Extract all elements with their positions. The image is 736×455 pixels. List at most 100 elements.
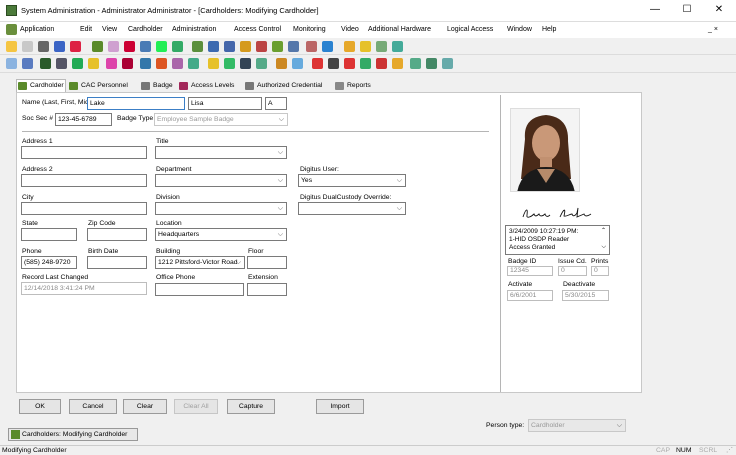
- split-icon[interactable]: [410, 58, 421, 69]
- capture-button[interactable]: Capture: [227, 399, 275, 414]
- menu-administration[interactable]: Administration: [172, 26, 216, 33]
- warning-icon[interactable]: [312, 58, 323, 69]
- door-icon[interactable]: [322, 41, 333, 52]
- save-icon[interactable]: [360, 58, 371, 69]
- clear-button[interactable]: Clear: [123, 399, 167, 414]
- monitor-icon[interactable]: [172, 41, 183, 52]
- access-icon[interactable]: [240, 41, 251, 52]
- calendar-icon[interactable]: [140, 41, 151, 52]
- minimize-button[interactable]: —: [644, 3, 666, 17]
- scroll-up-icon[interactable]: ⌃: [601, 227, 606, 235]
- mdi-task-item[interactable]: Cardholders: Modifying Cardholder: [8, 428, 138, 441]
- ssn-field[interactable]: 123-45-6789: [55, 113, 112, 126]
- camera-icon[interactable]: [344, 41, 355, 52]
- zip-field[interactable]: [87, 228, 147, 241]
- bell-icon[interactable]: [292, 58, 303, 69]
- clear-all-button[interactable]: Clear All: [174, 399, 218, 414]
- undo-icon[interactable]: [108, 41, 119, 52]
- scroll-down-icon[interactable]: ⌵: [601, 243, 606, 251]
- cardholder-photo[interactable]: [510, 108, 580, 192]
- green-icon[interactable]: [72, 58, 83, 69]
- badge-designer-icon[interactable]: [376, 41, 387, 52]
- info-icon[interactable]: [70, 41, 81, 52]
- office-phone-field[interactable]: [155, 283, 244, 296]
- ok-button[interactable]: OK: [19, 399, 61, 414]
- tab-cardholder[interactable]: Cardholder: [16, 79, 66, 92]
- tab-access-levels[interactable]: Access Levels: [178, 80, 244, 92]
- reader-icon[interactable]: [272, 41, 283, 52]
- alarm-icon[interactable]: [306, 41, 317, 52]
- chart-icon[interactable]: [188, 58, 199, 69]
- host-icon[interactable]: [172, 58, 183, 69]
- monitor2-icon[interactable]: [40, 58, 51, 69]
- shield-icon[interactable]: [208, 58, 219, 69]
- tab-badge[interactable]: Badge: [140, 80, 178, 92]
- import-button[interactable]: Import: [316, 399, 364, 414]
- pen-icon[interactable]: [392, 58, 403, 69]
- phone-field[interactable]: (585) 248-9720: [21, 256, 77, 269]
- card-icon[interactable]: [224, 41, 235, 52]
- menu-window[interactable]: Window: [507, 26, 532, 33]
- database-icon[interactable]: [156, 41, 167, 52]
- mdi-window-controls[interactable]: _ ×: [708, 26, 718, 33]
- menu-video[interactable]: Video: [341, 26, 359, 33]
- star-icon[interactable]: [360, 41, 371, 52]
- user-icon[interactable]: [240, 58, 251, 69]
- merge-icon[interactable]: [442, 58, 453, 69]
- extension-field[interactable]: [247, 283, 287, 296]
- tree2-icon[interactable]: [256, 58, 267, 69]
- add-icon[interactable]: [344, 58, 355, 69]
- address2-field[interactable]: [21, 174, 147, 187]
- department-select[interactable]: ⌵: [155, 174, 287, 187]
- film-icon[interactable]: [56, 58, 67, 69]
- people-icon[interactable]: [92, 41, 103, 52]
- birth-date-field[interactable]: [87, 256, 147, 269]
- tab-cac-personnel[interactable]: CAC Personnel: [68, 80, 138, 92]
- city-field[interactable]: [21, 202, 147, 215]
- report-icon[interactable]: [392, 41, 403, 52]
- tab-reports[interactable]: Reports: [334, 80, 374, 92]
- menu-additional-hardware[interactable]: Additional Hardware: [368, 26, 431, 33]
- maximize-button[interactable]: ☐: [676, 3, 698, 17]
- close-button[interactable]: ✕: [708, 3, 730, 17]
- menu-monitoring[interactable]: Monitoring: [293, 26, 326, 33]
- help-icon[interactable]: [54, 41, 65, 52]
- badge-icon[interactable]: [256, 41, 267, 52]
- fire-icon[interactable]: [156, 58, 167, 69]
- title-select[interactable]: ⌵: [155, 146, 287, 159]
- group-icon[interactable]: [192, 41, 203, 52]
- cardholder-tool-icon[interactable]: [6, 41, 17, 52]
- printer-icon[interactable]: [38, 41, 49, 52]
- printer2-icon[interactable]: [208, 41, 219, 52]
- cancel-button[interactable]: Cancel: [69, 399, 117, 414]
- menu-view[interactable]: View: [102, 26, 117, 33]
- division-select[interactable]: ⌵: [155, 202, 287, 215]
- middle-name-field[interactable]: A: [265, 97, 287, 110]
- lock-icon[interactable]: [122, 58, 133, 69]
- digitus-dual-select[interactable]: ⌵: [298, 202, 406, 215]
- bolt-icon[interactable]: [88, 58, 99, 69]
- redo-icon[interactable]: [124, 41, 135, 52]
- building-select[interactable]: 1212 Pittsford-Victor Road ⌵: [155, 256, 245, 269]
- first-name-field[interactable]: Lisa: [188, 97, 262, 110]
- location-select[interactable]: Headquarters ⌵: [155, 228, 287, 241]
- flag-icon[interactable]: [22, 58, 33, 69]
- panel-icon[interactable]: [288, 41, 299, 52]
- menu-edit[interactable]: Edit: [80, 26, 92, 33]
- cam2-icon[interactable]: [106, 58, 117, 69]
- digitus-user-select[interactable]: Yes ⌵: [298, 174, 406, 187]
- page-icon[interactable]: [22, 41, 33, 52]
- menu-help[interactable]: Help: [542, 26, 556, 33]
- key-icon[interactable]: [140, 58, 151, 69]
- menu-logical-access[interactable]: Logical Access: [447, 26, 493, 33]
- state-field[interactable]: [21, 228, 77, 241]
- mdi-app-icon[interactable]: [6, 24, 17, 35]
- tab-authorized-credential[interactable]: Authorized Credential: [244, 80, 334, 92]
- tree-icon[interactable]: [6, 58, 17, 69]
- address1-field[interactable]: [21, 146, 147, 159]
- floor-field[interactable]: [247, 256, 287, 269]
- arrow-icon[interactable]: [276, 58, 287, 69]
- resize-grip-icon[interactable]: ⋰: [726, 446, 733, 454]
- menu-cardholder[interactable]: Cardholder: [128, 26, 163, 33]
- grid-icon[interactable]: [328, 58, 339, 69]
